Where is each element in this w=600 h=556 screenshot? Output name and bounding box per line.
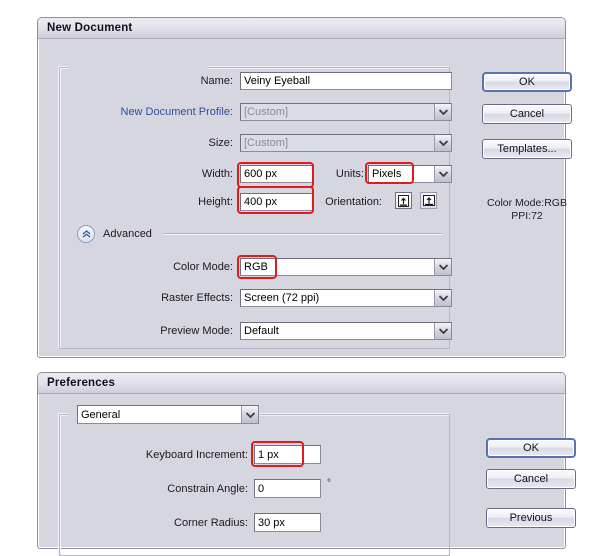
chevron-down-icon[interactable]: [434, 135, 451, 151]
color-mode-info: Color Mode:RGB: [487, 197, 567, 209]
height-label: Height:: [198, 196, 233, 208]
preview-mode-value: Default: [244, 325, 279, 337]
preferences-previous-button[interactable]: Previous: [486, 508, 576, 528]
raster-effects-value: Screen (72 ppi): [244, 292, 320, 304]
height-input[interactable]: 400 px: [240, 193, 313, 211]
preferences-titlebar[interactable]: Preferences: [38, 373, 565, 394]
chevron-down-icon[interactable]: [434, 104, 451, 120]
new-document-profile-label[interactable]: New Document Profile:: [98, 105, 234, 119]
chevron-down-icon[interactable]: [434, 259, 451, 275]
preferences-title: Preferences: [47, 377, 116, 389]
new-document-body: Name: Veiny Eyeball New Document Profile…: [38, 39, 572, 356]
preferences-cancel-button[interactable]: Cancel: [486, 469, 576, 489]
units-combo[interactable]: Pixels: [368, 165, 452, 183]
width-label: Width:: [201, 168, 233, 180]
preview-mode-combo[interactable]: Default: [240, 322, 452, 340]
chevron-down-icon[interactable]: [434, 166, 451, 182]
size-label: Size:: [208, 137, 233, 149]
preferences-body: General Keyboard Increment: 1 px Constra…: [38, 394, 576, 556]
preferences-category-combo[interactable]: General: [77, 405, 259, 424]
orientation-landscape-button[interactable]: [420, 192, 437, 209]
chevron-double-up-icon: [82, 230, 90, 238]
degree-symbol-label: °: [327, 478, 331, 489]
corner-radius-label: Corner Radius:: [174, 517, 248, 529]
orientation-label: Orientation:: [325, 196, 382, 208]
ppi-info: PPI:72: [511, 210, 543, 222]
width-input[interactable]: 600 px: [240, 165, 313, 183]
name-input[interactable]: Veiny Eyeball: [240, 72, 452, 90]
new-document-cancel-button[interactable]: Cancel: [482, 104, 572, 124]
color-mode-combo[interactable]: RGB: [240, 258, 452, 276]
units-label: Units:: [335, 168, 364, 180]
size-value: [Custom]: [244, 137, 289, 149]
constrain-angle-label: Constrain Angle:: [167, 483, 248, 495]
new-document-title: New Document: [47, 22, 133, 34]
preferences-dialog: Preferences General Keyboard Increment: …: [37, 372, 576, 556]
new-document-dialog: New Document Name: Veiny Eyeball New Doc…: [37, 17, 572, 358]
chevron-down-icon[interactable]: [434, 290, 451, 306]
advanced-separator: [163, 233, 442, 234]
keyboard-increment-label: Keyboard Increment:: [145, 449, 248, 461]
landscape-icon: [422, 195, 435, 206]
preview-mode-label: Preview Mode:: [160, 325, 233, 337]
portrait-icon: [398, 194, 409, 207]
new-document-profile-combo[interactable]: [Custom]: [240, 103, 452, 121]
color-mode-label: Color Mode:: [173, 261, 233, 273]
new-document-templates-button[interactable]: Templates...: [482, 139, 572, 159]
units-value: Pixels: [372, 168, 402, 180]
new-document-ok-button[interactable]: OK: [482, 72, 572, 92]
new-document-profile-value: [Custom]: [244, 106, 289, 118]
color-mode-value: RGB: [244, 261, 268, 273]
orientation-portrait-button[interactable]: [395, 192, 412, 209]
name-label: Name:: [200, 75, 233, 87]
new-document-titlebar[interactable]: New Document: [38, 18, 565, 39]
raster-effects-combo[interactable]: Screen (72 ppi): [240, 289, 452, 307]
advanced-label: Advanced: [103, 228, 152, 240]
chevron-down-icon[interactable]: [434, 323, 451, 339]
preferences-category-value: General: [81, 408, 121, 421]
chevron-down-icon[interactable]: [241, 406, 258, 423]
keyboard-increment-input[interactable]: 1 px: [254, 445, 321, 464]
constrain-angle-input[interactable]: 0: [254, 479, 321, 498]
corner-radius-input[interactable]: 30 px: [254, 513, 321, 532]
advanced-disclosure-toggle[interactable]: [77, 225, 95, 243]
preferences-ok-button[interactable]: OK: [486, 438, 576, 458]
raster-effects-label: Raster Effects:: [161, 292, 233, 304]
size-combo[interactable]: [Custom]: [240, 134, 452, 152]
group-label-mask: [68, 63, 208, 72]
